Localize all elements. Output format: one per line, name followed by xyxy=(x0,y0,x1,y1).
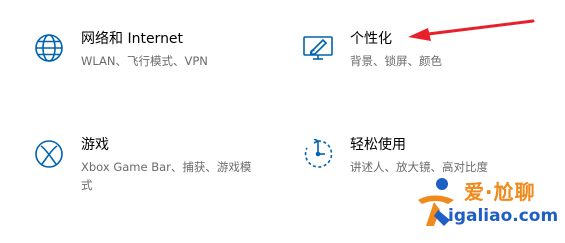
tile-text: 个性化 背景、锁屏、颜色 xyxy=(350,30,442,70)
watermark-url: igaliao.com xyxy=(448,206,559,226)
ease-of-access-icon xyxy=(300,136,336,172)
settings-home: 网络和 Internet WLAN、飞行模式、VPN 个性化 背景、锁屏、颜色 xyxy=(0,0,565,243)
watermark: 爱·尬聊 igaliao.com xyxy=(412,172,562,242)
tile-title: 个性化 xyxy=(350,31,392,47)
tile-ease-of-access[interactable]: 轻松使用 讲述人、放大镜、高对比度 xyxy=(300,136,488,176)
tile-title: 网络和 Internet xyxy=(81,31,184,47)
tile-text: 网络和 Internet WLAN、飞行模式、VPN xyxy=(81,30,208,70)
tile-text: 游戏 Xbox Game Bar、捕获、游戏模式 xyxy=(81,136,257,194)
globe-icon xyxy=(31,30,67,66)
tile-description: WLAN、飞行模式、VPN xyxy=(81,54,208,68)
tile-description: 背景、锁屏、颜色 xyxy=(350,54,442,68)
tile-gaming[interactable]: 游戏 Xbox Game Bar、捕获、游戏模式 xyxy=(31,136,257,194)
watermark-text: 爱·尬聊 xyxy=(464,180,536,204)
tile-personalization[interactable]: 个性化 背景、锁屏、颜色 xyxy=(300,30,442,70)
xbox-icon xyxy=(31,136,67,172)
tile-text: 轻松使用 讲述人、放大镜、高对比度 xyxy=(350,136,488,176)
tile-title: 游戏 xyxy=(81,137,109,153)
personalization-icon xyxy=(300,30,336,66)
tile-title: 轻松使用 xyxy=(350,137,406,153)
tile-description: Xbox Game Bar、捕获、游戏模式 xyxy=(81,160,252,192)
tile-network-internet[interactable]: 网络和 Internet WLAN、飞行模式、VPN xyxy=(31,30,208,70)
